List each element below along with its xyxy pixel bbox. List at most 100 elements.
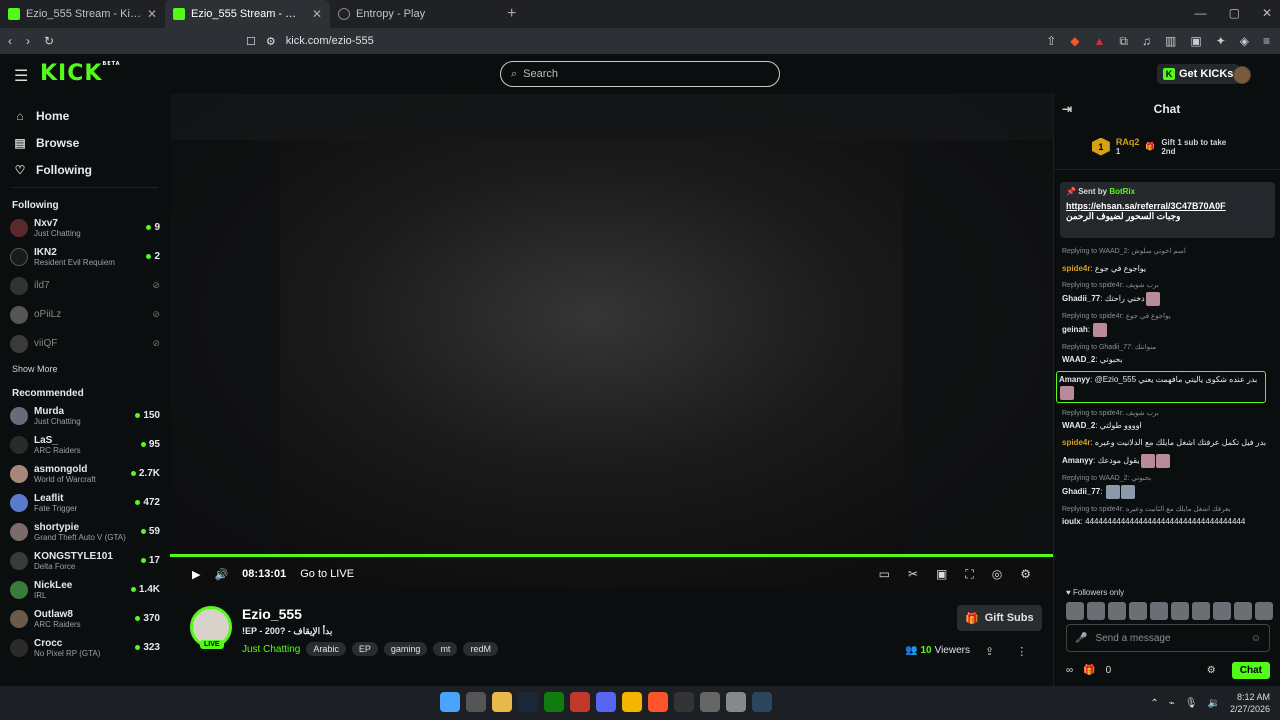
steam-icon[interactable]	[518, 692, 538, 712]
points-icon[interactable]: ∞	[1066, 665, 1073, 676]
following-channel[interactable]: IKN2 Resident Evil Requiem 2	[0, 242, 170, 271]
chat-input[interactable]: 🎤 Send a message ☺	[1066, 624, 1270, 652]
reload-icon[interactable]: ↻	[44, 34, 54, 48]
following-channel[interactable]: Nxv7 Just Chatting 9	[0, 213, 170, 242]
pinned-message[interactable]: 📌 Sent by BotRix https://ehsan.sa/referr…	[1060, 182, 1275, 238]
share-icon[interactable]: ⇪	[985, 645, 994, 658]
brave-icon[interactable]	[648, 692, 668, 712]
follower-avatar[interactable]	[1192, 602, 1210, 620]
tag[interactable]: EP	[351, 642, 378, 656]
hamburger-menu-icon[interactable]: ☰	[14, 66, 28, 86]
following-channel-offline[interactable]: viiQF ⊘	[0, 329, 170, 358]
more-icon[interactable]: ⋮	[1016, 645, 1027, 658]
follower-avatar[interactable]	[1066, 602, 1084, 620]
tag[interactable]: mt	[433, 642, 458, 656]
follower-avatar[interactable]	[1108, 602, 1126, 620]
chat-username[interactable]: Ghadii_77	[1062, 294, 1100, 303]
gift-leaderboard[interactable]: 1 RAq2 1 🎁 Gift 1 sub to take 2nd	[1054, 124, 1280, 170]
follower-avatar[interactable]	[1234, 602, 1252, 620]
nav-browse[interactable]: ▤ Browse	[0, 129, 170, 156]
chat-message-highlighted[interactable]: Amanyy: @Ezio_555 بدر عنده شكوى ياليتي م…	[1056, 371, 1266, 403]
fullscreen-icon[interactable]: ⛶	[965, 567, 973, 582]
speed-icon[interactable]: ◎	[992, 567, 1002, 582]
get-kicks-button[interactable]: K Get KICKs	[1157, 64, 1240, 84]
nav-following[interactable]: ♡ Following	[0, 156, 170, 183]
chrome-icon[interactable]	[622, 692, 642, 712]
chat-username[interactable]: Amanyy	[1062, 456, 1093, 465]
chat-message[interactable]: Replying to spide4r: يواجوع في جوع geinah…	[1062, 311, 1274, 337]
chat-message[interactable]: Replying to WAAD_2: اسم اخوتي سلوش	[1062, 246, 1274, 258]
follower-avatar[interactable]	[1087, 602, 1105, 620]
recommended-channel[interactable]: Crocc No Pixel RP (GTA) 323	[0, 633, 170, 662]
chat-username[interactable]: Ghadii_77	[1062, 487, 1100, 496]
recommended-channel[interactable]: shortypie Grand Theft Auto V (GTA) 59	[0, 517, 170, 546]
tag[interactable]: gaming	[383, 642, 428, 656]
site-info-icon[interactable]: ⚙	[266, 35, 276, 48]
leo-icon[interactable]: ✦	[1216, 34, 1226, 49]
close-tab-icon[interactable]: ✕	[312, 7, 322, 21]
theater-mode-icon[interactable]: ▭	[879, 567, 890, 582]
close-window-icon[interactable]: ✕	[1262, 6, 1272, 20]
rewards-icon[interactable]: ▲	[1094, 34, 1106, 49]
recommended-channel[interactable]: LaS_ ARC Raiders 95	[0, 430, 170, 459]
chat-message[interactable]: Replying to spide4r: برب شويف WAAD_2: اوو…	[1062, 408, 1274, 432]
discord-icon[interactable]	[596, 692, 616, 712]
clock[interactable]: 8:12 AM 2/27/2026	[1230, 691, 1270, 715]
chat-username[interactable]: WAAD_2	[1062, 421, 1095, 430]
chat-username[interactable]: WAAD_2	[1062, 355, 1095, 364]
kick-logo[interactable]: KICKBETA	[40, 61, 121, 86]
gift-subs-button[interactable]: 🎁 Gift Subs	[957, 605, 1042, 631]
microphone-icon[interactable]: 🎙	[1185, 698, 1198, 709]
new-tab-icon[interactable]: +	[495, 5, 528, 23]
collapse-chat-icon[interactable]: ⇥	[1062, 102, 1072, 116]
follower-avatar[interactable]	[1255, 602, 1273, 620]
video-player[interactable]: ▶ 🔊 08:13:01 Go to LIVE ▭ ✂ ▣ ⛶ ◎ ⚙	[170, 94, 1053, 588]
video-progress-bar[interactable]	[170, 554, 1053, 557]
url-field[interactable]: ☐ ⚙ kick.com/ezio-555	[246, 30, 994, 52]
search-icon[interactable]	[466, 692, 486, 712]
browser-tab[interactable]: Ezio_555 Stream - Kick Dashboard ✕	[0, 0, 165, 28]
recommended-channel[interactable]: asmongold World of Warcraft 2.7K	[0, 459, 170, 488]
volume-icon[interactable]: 🔊	[214, 568, 228, 581]
menu-icon[interactable]: ≡	[1263, 34, 1270, 49]
chat-username[interactable]: geinah	[1062, 325, 1088, 334]
chat-message[interactable]: spide4r: يواجوع في جوع	[1062, 263, 1274, 275]
extensions-icon[interactable]: ⧉	[1119, 34, 1128, 49]
nav-home[interactable]: ⌂ Home	[0, 102, 170, 129]
pinned-link[interactable]: https://ehsan.sa/referral/3C47B70A0F	[1066, 201, 1269, 211]
chat-settings-icon[interactable]: ⚙	[1207, 665, 1216, 676]
xbox-icon[interactable]	[544, 692, 564, 712]
emoji-icon[interactable]: ☺	[1251, 633, 1261, 644]
chat-message[interactable]: Replying to Ghadii_77: منوانتك WAAD_2: بح…	[1062, 342, 1274, 366]
user-avatar[interactable]	[1233, 66, 1251, 84]
brave-shield-icon[interactable]: ◆	[1070, 34, 1079, 49]
go-live-button[interactable]: Go to LIVE	[300, 568, 354, 580]
app-icon[interactable]	[726, 692, 746, 712]
chat-username[interactable]: spide4r	[1062, 438, 1090, 447]
following-channel-offline[interactable]: ild7 ⊘	[0, 271, 170, 300]
network-icon[interactable]: ⌁	[1169, 698, 1175, 709]
forward-icon[interactable]: ›	[26, 34, 30, 48]
miniplayer-icon[interactable]: ▣	[936, 567, 947, 582]
browser-tab-active[interactable]: Ezio_555 Stream - Watch Live on Kick ✕	[165, 0, 330, 28]
recommended-channel[interactable]: Leaflit Fate Trigger 472	[0, 488, 170, 517]
steam-icon[interactable]	[752, 692, 772, 712]
chat-message[interactable]: Replying to spide4r: يعرفك اشغل مايلك مع…	[1062, 504, 1274, 528]
chat-username[interactable]: spide4r	[1062, 264, 1090, 273]
chat-message[interactable]: Amanyy: يقول مودعك	[1062, 454, 1274, 468]
follower-avatar[interactable]	[1171, 602, 1189, 620]
maximize-icon[interactable]: ▢	[1229, 6, 1240, 20]
play-icon[interactable]: ▶	[192, 568, 200, 581]
recommended-channel[interactable]: Outlaw8 ARC Raiders 370	[0, 604, 170, 633]
settings-icon[interactable]: ⚙	[1020, 567, 1031, 582]
send-chat-button[interactable]: Chat	[1231, 661, 1270, 679]
recommended-channel[interactable]: KONGSTYLE101 Delta Force 17	[0, 546, 170, 575]
following-channel-offline[interactable]: oPiiLz ⊘	[0, 300, 170, 329]
close-tab-icon[interactable]: ✕	[147, 7, 157, 21]
volume-icon[interactable]: 🔉	[1208, 698, 1220, 709]
microphone-icon[interactable]: 🎤	[1075, 633, 1087, 644]
tray-chevron-icon[interactable]: ⌃	[1150, 698, 1158, 709]
tag[interactable]: redM	[463, 642, 498, 656]
windows-start-icon[interactable]	[440, 692, 460, 712]
app-icon[interactable]	[674, 692, 694, 712]
